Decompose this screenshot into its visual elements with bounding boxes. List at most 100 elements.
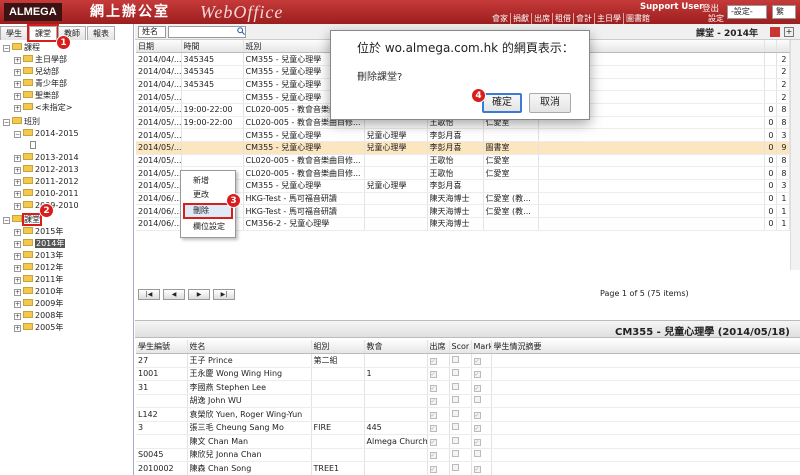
checkbox[interactable]: ✓ bbox=[429, 425, 437, 433]
tree-class-year[interactable]: +2013-2014 bbox=[14, 152, 79, 164]
table-row[interactable]: 2014/05/... CL020-005 - 教會音樂曲目修... 王歌怡 仁愛室 0… bbox=[136, 154, 790, 168]
table-row[interactable]: 27 王子 Prince 第二組 ✓ ✓ bbox=[136, 353, 800, 368]
checkbox[interactable]: ✓ bbox=[473, 357, 481, 365]
menu-accounting[interactable]: 會計 bbox=[573, 13, 594, 24]
expand-icon[interactable]: + bbox=[14, 301, 21, 308]
table-row[interactable]: 2014/05/... CM355 - 兒童心理學 兒童心理學 李彭月喜 圖書室 0 9 bbox=[136, 141, 790, 155]
table-row[interactable]: 陳文 Chan Man Almega Church ✓ ✓ bbox=[136, 434, 800, 449]
checkbox[interactable] bbox=[451, 369, 459, 377]
tree-lesson-year[interactable]: +2013年 bbox=[14, 250, 63, 262]
menu-donation[interactable]: 捐獻 bbox=[510, 13, 531, 24]
expand-icon[interactable]: + bbox=[14, 203, 21, 210]
column-header[interactable]: 出席 bbox=[427, 340, 450, 354]
checkbox[interactable]: ✓ bbox=[473, 371, 481, 379]
checkbox[interactable] bbox=[451, 409, 459, 417]
ok-button[interactable]: 確定 bbox=[482, 93, 522, 113]
print-icon[interactable] bbox=[770, 27, 780, 37]
table-row[interactable]: 31 李國燕 Stephen Lee ✓ ✓ bbox=[136, 380, 800, 395]
last-page-button[interactable]: ▶| bbox=[213, 289, 235, 300]
column-header[interactable]: 日期 bbox=[136, 40, 182, 54]
table-row[interactable]: 胡逸 John WU ✓ bbox=[136, 394, 800, 408]
checkbox[interactable]: ✓ bbox=[473, 425, 481, 433]
checkbox[interactable] bbox=[473, 396, 481, 404]
column-header[interactable]: 時間 bbox=[181, 40, 244, 54]
tree-class-year[interactable]: +2010-2011 bbox=[14, 188, 79, 200]
table-row[interactable]: 2014/05/... CM355 - 兒童心理學 兒童心理學 李彭月喜 0 3 bbox=[136, 128, 790, 142]
language-dropdown[interactable]: 繁 bbox=[772, 5, 796, 19]
tree-lesson-year[interactable]: +2005年 bbox=[14, 322, 63, 334]
tree-lesson-year[interactable]: +2008年 bbox=[14, 310, 63, 322]
tree-course-item[interactable]: + 兒幼部 bbox=[14, 66, 59, 78]
settings-dropdown[interactable]: -設定- bbox=[727, 5, 767, 19]
column-header[interactable] bbox=[764, 40, 777, 54]
tree-lesson-year[interactable]: +2015年 bbox=[14, 226, 63, 238]
checkbox[interactable] bbox=[451, 396, 459, 404]
tab-reports[interactable]: 報表 bbox=[87, 26, 115, 40]
search-input[interactable] bbox=[168, 26, 246, 38]
checkbox[interactable]: ✓ bbox=[429, 371, 437, 379]
cancel-button[interactable]: 取消 bbox=[529, 93, 571, 113]
table-row[interactable]: 1001 王永慶 Wong Wing Hing 1 ✓ ✓ bbox=[136, 367, 800, 381]
expand-icon[interactable]: + bbox=[14, 277, 21, 284]
column-header[interactable] bbox=[776, 40, 790, 54]
checkbox[interactable] bbox=[451, 355, 459, 363]
column-header[interactable]: 姓名 bbox=[187, 340, 312, 354]
setting-link[interactable]: 設定 bbox=[708, 13, 724, 24]
menu-attendance[interactable]: 出席 bbox=[531, 13, 552, 24]
expand-icon[interactable]: + bbox=[14, 313, 21, 320]
tree-class-doc[interactable] bbox=[30, 140, 38, 152]
checkbox[interactable] bbox=[451, 463, 459, 471]
tree-lesson-year[interactable]: +2011年 bbox=[14, 274, 63, 286]
checkbox[interactable] bbox=[451, 450, 459, 458]
expand-icon[interactable]: + bbox=[14, 105, 21, 112]
table-row[interactable]: 2010002 陳森 Chan Song TREE1 ✓ ✓ bbox=[136, 461, 800, 475]
expand-icon[interactable]: + bbox=[14, 229, 21, 236]
tree-class-year[interactable]: −2014-2015 bbox=[14, 128, 79, 140]
prev-page-button[interactable]: ◀ bbox=[163, 289, 185, 300]
tree-course-item[interactable]: + <未指定> bbox=[14, 102, 72, 114]
collapse-icon[interactable]: − bbox=[3, 45, 10, 52]
tree-lesson-year[interactable]: +2012年 bbox=[14, 262, 63, 274]
expand-icon[interactable]: + bbox=[14, 167, 21, 174]
ctx-column-settings[interactable]: 欄位設定 bbox=[185, 221, 231, 233]
expand-icon[interactable]: + bbox=[14, 191, 21, 198]
first-page-button[interactable]: |◀ bbox=[138, 289, 160, 300]
expand-icon[interactable]: + bbox=[14, 325, 21, 332]
tree-course-item[interactable]: + 主日學部 bbox=[14, 54, 67, 66]
menu-library[interactable]: 圖書館 bbox=[623, 13, 652, 24]
tree-course-item[interactable]: + 青少年部 bbox=[14, 78, 67, 90]
vertical-scrollbar[interactable] bbox=[790, 40, 800, 270]
tab-students[interactable]: 學生 bbox=[0, 26, 28, 40]
search-field-select[interactable]: 姓名 bbox=[138, 26, 166, 38]
column-header[interactable]: 學生情況摘要 bbox=[491, 340, 800, 354]
expand-icon[interactable]: + bbox=[14, 179, 21, 186]
table-row[interactable]: 3 張三毛 Cheung Sang Mo FIRE 445 ✓ ✓ bbox=[136, 421, 800, 435]
checkbox[interactable]: ✓ bbox=[429, 384, 437, 392]
checkbox[interactable] bbox=[451, 436, 459, 444]
checkbox[interactable]: ✓ bbox=[429, 411, 437, 419]
tree-lesson-year-selected[interactable]: +2014年 bbox=[14, 238, 66, 250]
checkbox[interactable]: ✓ bbox=[429, 357, 437, 365]
tree-class-year[interactable]: +2012-2013 bbox=[14, 164, 79, 176]
tree-lesson-year[interactable]: +2009年 bbox=[14, 298, 63, 310]
checkbox[interactable]: ✓ bbox=[473, 411, 481, 419]
column-header[interactable]: 教會 bbox=[364, 340, 428, 354]
collapse-icon[interactable]: − bbox=[14, 131, 21, 138]
checkbox[interactable] bbox=[451, 382, 459, 390]
expand-icon[interactable]: + bbox=[14, 155, 21, 162]
tree-course-item[interactable]: + 聖樂部 bbox=[14, 90, 59, 102]
expand-icon[interactable]: + bbox=[14, 253, 21, 260]
tree-classes-root[interactable]: − 班別 bbox=[3, 116, 40, 128]
expand-icon[interactable]: + bbox=[14, 69, 21, 76]
tree-lessons-root[interactable]: − 課堂 bbox=[3, 213, 42, 226]
checkbox[interactable]: ✓ bbox=[429, 465, 437, 473]
menu-sunday-school[interactable]: 主日學 bbox=[594, 13, 623, 24]
checkbox[interactable] bbox=[473, 450, 481, 458]
checkbox[interactable]: ✓ bbox=[429, 398, 437, 406]
checkbox[interactable]: ✓ bbox=[473, 384, 481, 392]
column-header[interactable]: Scor bbox=[449, 340, 472, 354]
ctx-add[interactable]: 新增 bbox=[185, 175, 231, 187]
column-header[interactable]: Mark bbox=[471, 340, 492, 354]
expand-icon[interactable]: + bbox=[14, 265, 21, 272]
tree-courses-root[interactable]: − 課程 bbox=[3, 42, 40, 54]
